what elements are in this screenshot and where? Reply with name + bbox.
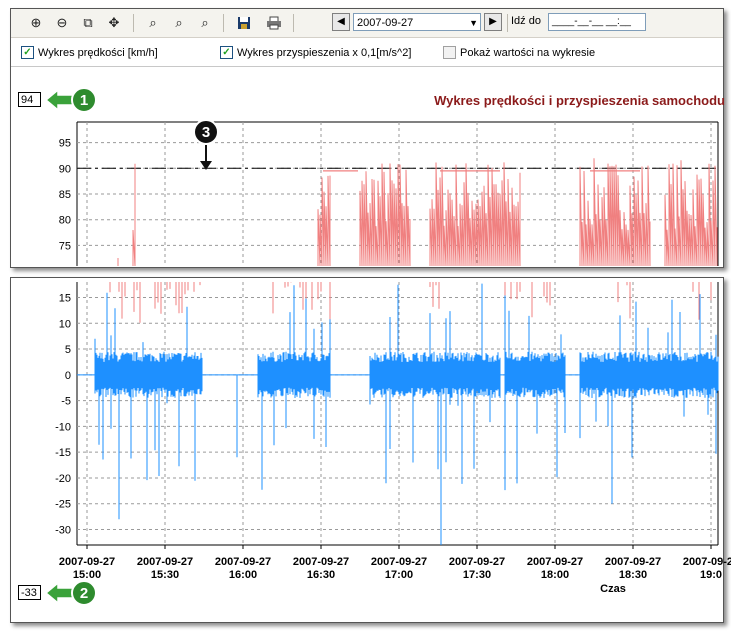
x-tick-label-date: 2007-09-27: [215, 556, 271, 568]
y-tick-label: -20: [55, 473, 71, 485]
callout-arrow-3-icon: 3: [193, 119, 219, 170]
callout-arrow-1-icon: 1: [44, 87, 97, 113]
y-tick-label: 15: [59, 292, 71, 304]
x-tick-label-time: 17:30: [463, 569, 491, 581]
badge-3-label: 3: [202, 124, 210, 141]
x-tick-label-time: 16:00: [229, 569, 257, 581]
max-value-box: 94: [18, 92, 41, 107]
x-tick-label-time: 17:00: [385, 569, 413, 581]
y-tick-label: -5: [61, 396, 71, 408]
x-tick-label-time: 19:0: [700, 569, 722, 581]
badge-1-label: 1: [80, 92, 88, 109]
y-tick-label: -10: [55, 421, 71, 433]
y-tick-label: 5: [65, 344, 71, 356]
x-tick-label-date: 2007-09-27: [59, 556, 115, 568]
x-tick-label-date: 2007-09-27: [683, 556, 731, 568]
x-tick-label-time: 16:30: [307, 569, 335, 581]
x-tick-label-date: 2007-09-27: [137, 556, 193, 568]
x-tick-label-date: 2007-09-27: [527, 556, 583, 568]
callout-arrow-2-icon: 2: [44, 580, 97, 606]
badge-2-label: 2: [80, 585, 88, 602]
speed-series-overlay: [109, 282, 712, 323]
x-tick-label-time: 15:30: [151, 569, 179, 581]
min-value-box: -33: [18, 585, 41, 600]
y-tick-label: -30: [55, 525, 71, 537]
x-tick-label-time: 18:00: [541, 569, 569, 581]
accel-chart[interactable]: 151050-5-10-15-20-25-302007-09-2715:0020…: [0, 0, 731, 632]
x-axis-label: Czas: [600, 583, 626, 595]
y-tick-label: -15: [55, 447, 71, 459]
x-tick-label-date: 2007-09-27: [371, 556, 427, 568]
x-tick-label-time: 18:30: [619, 569, 647, 581]
x-tick-label-date: 2007-09-27: [293, 556, 349, 568]
y-tick-label: -25: [55, 499, 71, 511]
x-tick-label-date: 2007-09-27: [605, 556, 661, 568]
y-tick-label: 0: [65, 370, 71, 382]
y-tick-label: 10: [59, 318, 71, 330]
x-tick-label-date: 2007-09-27: [449, 556, 505, 568]
